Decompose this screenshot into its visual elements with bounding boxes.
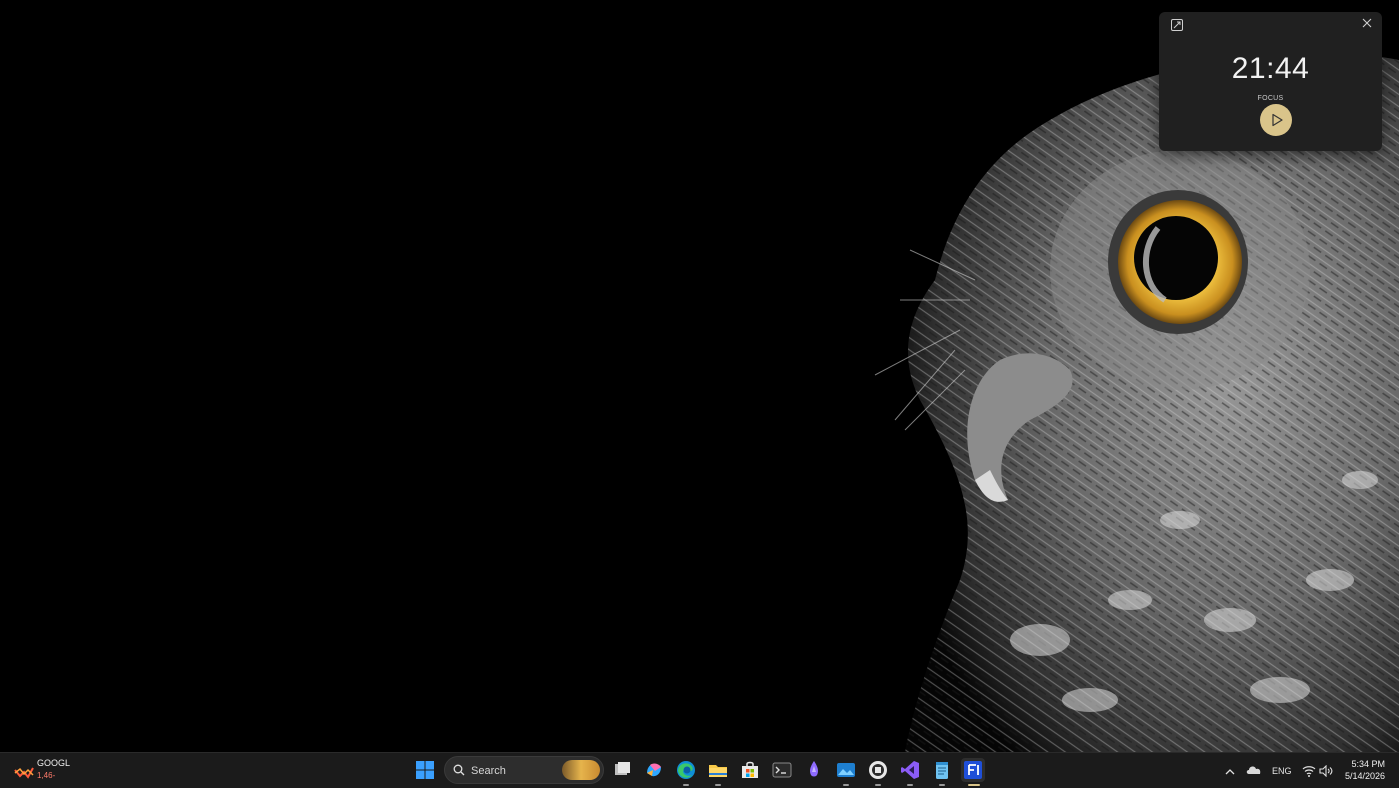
stock-chart-icon: [14, 767, 34, 779]
search-icon: [453, 764, 465, 776]
task-view-icon[interactable]: [610, 758, 634, 782]
photos-icon[interactable]: [834, 758, 858, 782]
language-indicator[interactable]: ENG: [1272, 766, 1292, 776]
search-box[interactable]: Search: [444, 756, 604, 784]
clock-time: 5:34 PM: [1351, 759, 1385, 769]
stock-widget[interactable]: GOOGL ‎1,46-: [12, 757, 82, 785]
terminal-icon[interactable]: [770, 758, 794, 782]
start-button[interactable]: [413, 758, 437, 782]
play-button[interactable]: [1260, 104, 1292, 136]
notepad-icon[interactable]: [930, 758, 954, 782]
taskbar: GOOGL ‎1,46- Search: [0, 752, 1399, 788]
copilot-icon[interactable]: [642, 758, 666, 782]
play-icon: [1272, 113, 1283, 127]
wifi-icon[interactable]: [1302, 764, 1316, 782]
volume-icon[interactable]: [1319, 764, 1333, 782]
app-circle-icon[interactable]: [866, 758, 890, 782]
store-icon[interactable]: [738, 758, 762, 782]
close-icon[interactable]: [1360, 16, 1374, 30]
search-label: Search: [471, 765, 506, 777]
chevron-up-icon[interactable]: [1224, 764, 1236, 782]
expand-icon[interactable]: [1170, 18, 1184, 32]
stock-change: ‎1,46-: [37, 771, 56, 780]
onedrive-icon[interactable]: [1246, 763, 1262, 781]
taskbar-clock[interactable]: 5:34 PM 5/14/2026: [1345, 758, 1385, 782]
clock-date: 5/14/2026: [1344, 771, 1385, 781]
focus-timer-widget: 21:44 FOCUS: [1159, 12, 1382, 151]
edge-icon[interactable]: [674, 758, 698, 782]
search-highlight-image: [562, 760, 600, 780]
timer-time: 21:44: [1231, 52, 1310, 85]
app-purple-icon[interactable]: [802, 758, 826, 782]
file-explorer-icon[interactable]: [706, 758, 730, 782]
app-fi-icon[interactable]: [961, 758, 985, 782]
windows-logo-icon: [416, 761, 434, 779]
visual-studio-icon[interactable]: [898, 758, 922, 782]
timer-mode-label: FOCUS: [1257, 95, 1284, 102]
stock-symbol: GOOGL: [37, 758, 71, 768]
